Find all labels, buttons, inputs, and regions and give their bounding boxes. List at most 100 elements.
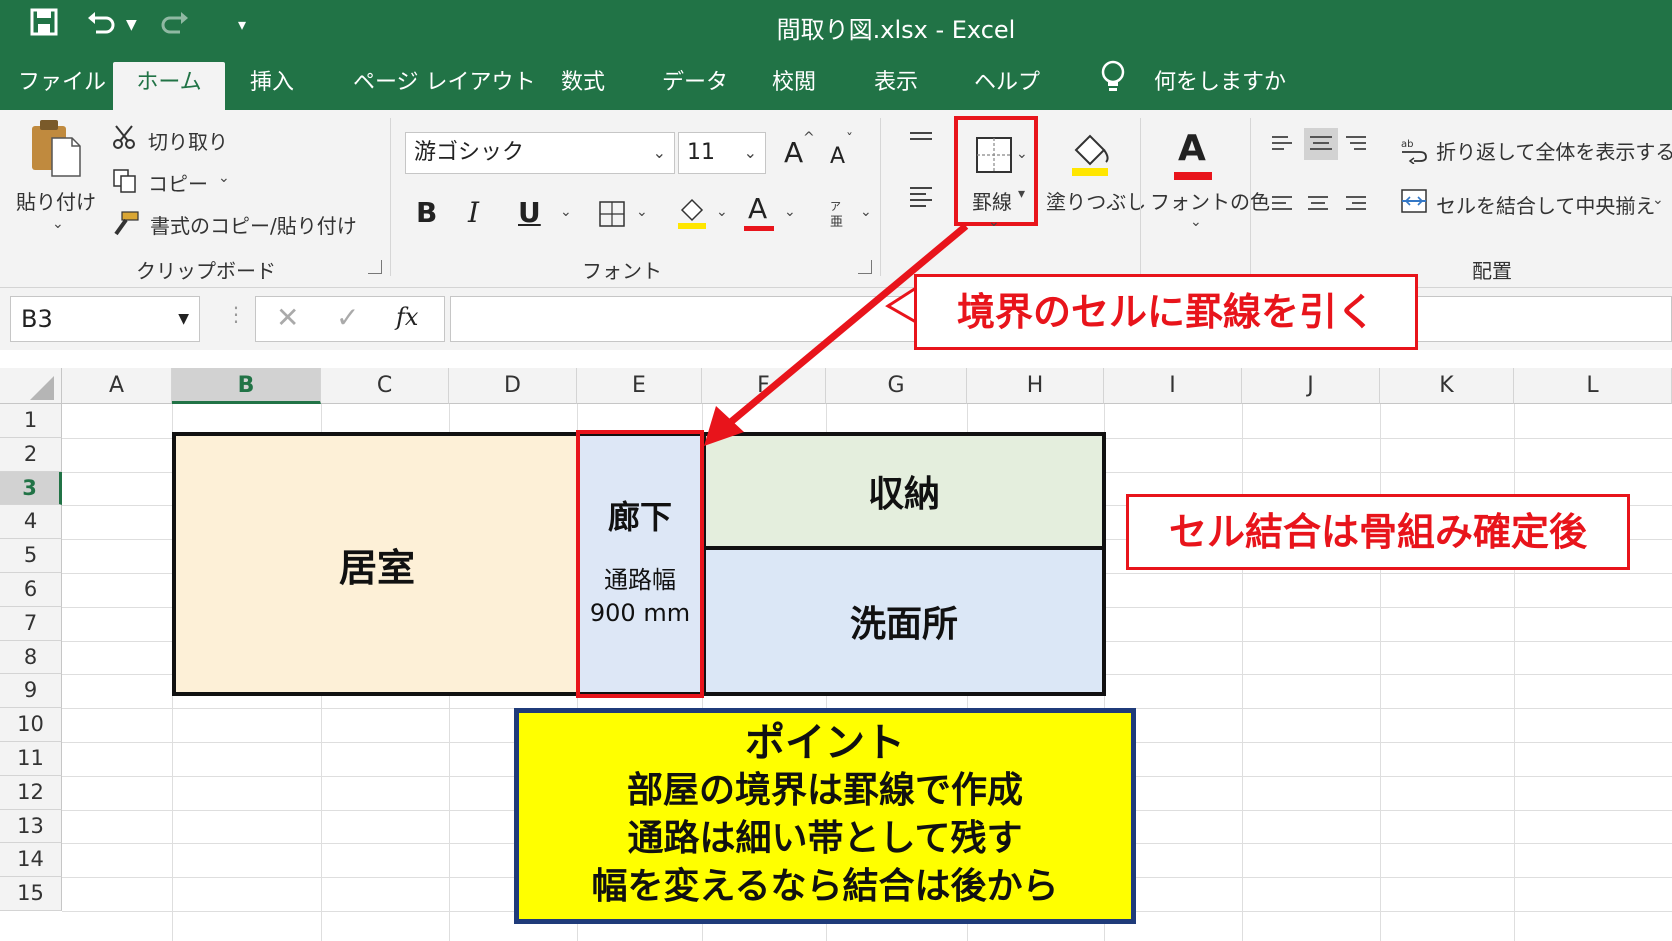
merge-dropdown-icon[interactable]: ⌄ bbox=[1652, 192, 1664, 208]
grow-font-button[interactable]: A bbox=[784, 136, 803, 169]
tell-me-search[interactable]: 何をしますか bbox=[1144, 62, 1296, 110]
align-center-active-icon[interactable] bbox=[1304, 128, 1338, 160]
paste-button[interactable]: 貼り付け bbox=[16, 186, 96, 215]
border-small-icon[interactable] bbox=[598, 200, 626, 232]
column-header-b[interactable]: B bbox=[172, 368, 321, 404]
font-size-value: 11 bbox=[687, 140, 715, 165]
row-header-12[interactable]: 12 bbox=[0, 775, 62, 810]
font-size-select[interactable]: 11 ⌄ bbox=[678, 132, 766, 174]
row-header-15[interactable]: 15 bbox=[0, 877, 62, 911]
cut-button[interactable]: 切り取り bbox=[148, 126, 228, 155]
enter-icon[interactable]: ✓ bbox=[336, 301, 359, 334]
wrap-text-icon[interactable]: ab bbox=[1400, 136, 1428, 168]
cancel-icon[interactable]: ✕ bbox=[276, 301, 299, 334]
lightbulb-icon[interactable] bbox=[1100, 60, 1126, 94]
insert-function-button[interactable]: fx bbox=[396, 303, 418, 331]
align-left-bottom-icon[interactable] bbox=[1270, 194, 1294, 218]
merge-center-button[interactable]: セルを結合して中央揃え bbox=[1436, 190, 1655, 219]
paint-bucket-icon[interactable] bbox=[1068, 130, 1112, 182]
copy-icon[interactable] bbox=[112, 168, 138, 198]
shrink-font-button[interactable]: A bbox=[830, 144, 845, 169]
align-center-bottom-icon[interactable] bbox=[1306, 194, 1330, 218]
tab-help[interactable]: ヘルプ bbox=[964, 62, 1050, 110]
column-header-e[interactable]: E bbox=[577, 368, 702, 404]
tab-page-layout[interactable]: ページ レイアウト bbox=[343, 62, 546, 110]
font-name-select[interactable]: 游ゴシック ⌄ bbox=[405, 132, 675, 174]
row-header-11[interactable]: 11 bbox=[0, 742, 62, 776]
separator bbox=[1250, 118, 1251, 276]
align-top-right-icon[interactable] bbox=[1344, 134, 1368, 156]
column-header-d[interactable]: D bbox=[449, 368, 577, 404]
window-title: 間取り図.xlsx - Excel bbox=[776, 16, 1016, 44]
align-right-bottom-icon[interactable] bbox=[1344, 194, 1368, 218]
format-painter-icon[interactable] bbox=[112, 210, 140, 240]
paste-icon[interactable] bbox=[28, 118, 84, 182]
tab-formulas[interactable]: 数式 bbox=[551, 62, 615, 110]
tab-data[interactable]: データ bbox=[652, 62, 738, 110]
paste-dropdown-icon[interactable]: ⌄ bbox=[52, 216, 64, 232]
bold-button[interactable]: B bbox=[416, 196, 437, 229]
merge-center-icon[interactable] bbox=[1400, 188, 1428, 218]
row-header-4[interactable]: 4 bbox=[0, 505, 62, 540]
room-washroom[interactable]: 洗面所 bbox=[702, 548, 1106, 696]
column-header-c[interactable]: C bbox=[321, 368, 449, 404]
phonetic-dropdown-icon[interactable]: ⌄ bbox=[860, 204, 872, 220]
scissors-icon[interactable] bbox=[112, 124, 138, 154]
column-header-f[interactable]: F bbox=[702, 368, 826, 404]
row-header-14[interactable]: 14 bbox=[0, 843, 62, 878]
align-left-icon[interactable] bbox=[908, 186, 934, 212]
wrap-text-button[interactable]: 折り返して全体を表示する bbox=[1436, 136, 1672, 165]
column-header-h[interactable]: H bbox=[967, 368, 1104, 404]
column-header-k[interactable]: K bbox=[1380, 368, 1514, 404]
column-header-i[interactable]: I bbox=[1104, 368, 1242, 404]
room-storage[interactable]: 収納 bbox=[702, 432, 1106, 548]
chevron-down-icon: ⌄ bbox=[743, 143, 757, 162]
column-header-a[interactable]: A bbox=[62, 368, 172, 404]
underline-button[interactable]: U bbox=[518, 196, 541, 229]
font-color-big-glyph[interactable]: A bbox=[1178, 128, 1206, 169]
align-top-icon[interactable] bbox=[908, 128, 934, 147]
align-top-left-icon[interactable] bbox=[1270, 134, 1294, 156]
select-all-corner[interactable] bbox=[0, 368, 62, 404]
row-header-2[interactable]: 2 bbox=[0, 437, 62, 472]
clipboard-launcher-icon[interactable] bbox=[368, 260, 382, 274]
italic-button[interactable]: I bbox=[468, 196, 479, 229]
row-header-1[interactable]: 1 bbox=[0, 404, 62, 438]
font-color-button[interactable]: フォントの色 bbox=[1150, 186, 1270, 215]
ribbon-tabs: ファイル ホーム 挿入 ページ レイアウト 数式 データ 校閲 表示 ヘルプ 何… bbox=[0, 52, 1672, 110]
row-header-6[interactable]: 6 bbox=[0, 573, 62, 607]
svg-text:ア: ア bbox=[830, 200, 841, 213]
underline-dropdown-icon[interactable]: ⌄ bbox=[560, 204, 572, 220]
copy-button[interactable]: コピー bbox=[148, 168, 208, 197]
row-header-10[interactable]: 10 bbox=[0, 708, 62, 742]
fill-color-small-icon[interactable] bbox=[676, 196, 708, 234]
fill-color-button[interactable]: 塗りつぶし bbox=[1046, 186, 1146, 215]
column-header-g[interactable]: G bbox=[826, 368, 967, 404]
room-living[interactable]: 居室 bbox=[172, 432, 578, 696]
name-box[interactable]: B3 ▼ bbox=[10, 296, 200, 342]
row-header-9[interactable]: 9 bbox=[0, 674, 62, 709]
row-header-7[interactable]: 7 bbox=[0, 606, 62, 641]
tab-view[interactable]: 表示 bbox=[864, 62, 928, 110]
row-header-8[interactable]: 8 bbox=[0, 640, 62, 675]
tab-insert[interactable]: 挿入 bbox=[240, 62, 304, 110]
tab-file[interactable]: ファイル bbox=[8, 62, 116, 110]
row-header-5[interactable]: 5 bbox=[0, 539, 62, 573]
border-dropdown-icon[interactable]: ⌄ bbox=[636, 204, 648, 220]
row-header-3[interactable]: 3 bbox=[0, 471, 62, 506]
column-header-j[interactable]: J bbox=[1242, 368, 1380, 404]
font-color-small-button[interactable]: A bbox=[748, 192, 767, 225]
font-color-big-dropdown-icon[interactable]: ⌄ bbox=[1190, 214, 1202, 230]
formula-bar-splitter[interactable]: ⋮ bbox=[226, 302, 246, 326]
phonetic-icon[interactable]: ア亜 bbox=[826, 198, 848, 234]
tab-home[interactable]: ホーム bbox=[113, 62, 225, 110]
row-header-13[interactable]: 13 bbox=[0, 809, 62, 844]
tab-review[interactable]: 校閲 bbox=[762, 62, 826, 110]
format-painter-button[interactable]: 書式のコピー/貼り付け bbox=[150, 210, 357, 239]
copy-dropdown-icon[interactable]: ⌄ bbox=[218, 170, 230, 186]
room-living-label: 居室 bbox=[338, 545, 415, 590]
column-header-l[interactable]: L bbox=[1514, 368, 1672, 404]
font-launcher-icon[interactable] bbox=[858, 260, 872, 274]
fill-dropdown-icon[interactable]: ⌄ bbox=[716, 204, 728, 220]
font-color-dropdown-icon[interactable]: ⌄ bbox=[784, 204, 796, 220]
